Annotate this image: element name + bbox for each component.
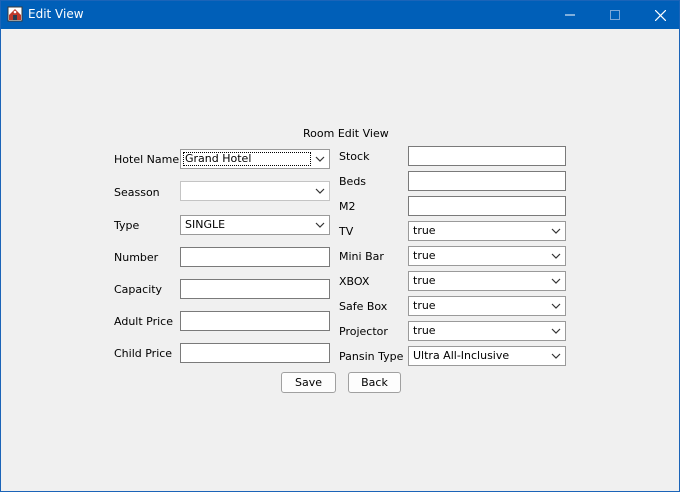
chevron-down-icon — [315, 156, 325, 162]
window-title: Edit View — [28, 7, 84, 21]
mini-bar-label: Mini Bar — [339, 250, 384, 263]
tv-label: TV — [339, 225, 354, 238]
stock-field[interactable] — [408, 146, 566, 166]
adult-price-label: Adult Price — [114, 315, 173, 328]
number-field[interactable] — [180, 247, 330, 267]
chevron-down-icon — [551, 253, 561, 259]
save-button[interactable]: Save — [281, 372, 336, 393]
chevron-down-icon — [551, 278, 561, 284]
xbox-label: XBOX — [339, 275, 370, 288]
chevron-down-icon — [551, 328, 561, 334]
projector-value: true — [413, 324, 436, 337]
chevron-down-icon — [551, 303, 561, 309]
season-dropdown[interactable] — [180, 181, 330, 201]
m2-field[interactable] — [408, 196, 566, 216]
hotel-name-label: Hotel Name — [114, 153, 180, 166]
tv-value: true — [413, 224, 436, 237]
mini-bar-dropdown[interactable]: true — [408, 246, 566, 266]
chevron-down-icon — [551, 353, 561, 359]
stock-label: Stock — [339, 150, 370, 163]
xbox-dropdown[interactable]: true — [408, 271, 566, 291]
type-label: Type — [114, 219, 140, 232]
app-icon — [7, 6, 23, 22]
type-dropdown[interactable]: SINGLE — [180, 215, 330, 235]
minimize-button[interactable] — [547, 1, 593, 29]
m2-label: M2 — [339, 200, 356, 213]
chevron-down-icon — [315, 222, 325, 228]
beds-label: Beds — [339, 175, 367, 188]
safe-box-dropdown[interactable]: true — [408, 296, 566, 316]
mini-bar-value: true — [413, 249, 436, 262]
capacity-field[interactable] — [180, 279, 330, 299]
safe-box-label: Safe Box — [339, 300, 388, 313]
maximize-icon — [610, 10, 620, 20]
pansion-type-dropdown[interactable]: Ultra All-Inclusive — [408, 346, 566, 366]
hotel-name-dropdown[interactable]: Grand Hotel — [180, 149, 330, 169]
chevron-down-icon — [551, 228, 561, 234]
title-bar[interactable]: Edit View — [1, 1, 679, 29]
type-value: SINGLE — [185, 218, 226, 231]
form-panel: Room Edit View Hotel Name Grand Hotel Se… — [1, 29, 679, 491]
edit-view-window: Edit View Room Edit View Hotel Name Gran… — [0, 0, 680, 492]
close-button[interactable] — [637, 1, 680, 29]
chevron-down-icon — [315, 188, 325, 194]
number-label: Number — [114, 251, 159, 264]
capacity-label: Capacity — [114, 283, 163, 296]
maximize-button[interactable] — [592, 1, 638, 29]
xbox-value: true — [413, 274, 436, 287]
adult-price-field[interactable] — [180, 311, 330, 331]
child-price-field[interactable] — [180, 343, 330, 363]
safe-box-value: true — [413, 299, 436, 312]
pansion-type-label: Pansin Type — [339, 350, 404, 363]
hotel-name-value: Grand Hotel — [185, 152, 252, 165]
minimize-icon — [565, 14, 575, 16]
projector-label: Projector — [339, 325, 388, 338]
tv-dropdown[interactable]: true — [408, 221, 566, 241]
pansion-type-value: Ultra All-Inclusive — [413, 349, 510, 362]
season-label: Seasson — [114, 186, 160, 199]
back-button[interactable]: Back — [348, 372, 401, 393]
child-price-label: Child Price — [114, 347, 173, 360]
projector-dropdown[interactable]: true — [408, 321, 566, 341]
form-heading: Room Edit View — [303, 127, 389, 140]
close-icon — [654, 9, 666, 21]
beds-field[interactable] — [408, 171, 566, 191]
